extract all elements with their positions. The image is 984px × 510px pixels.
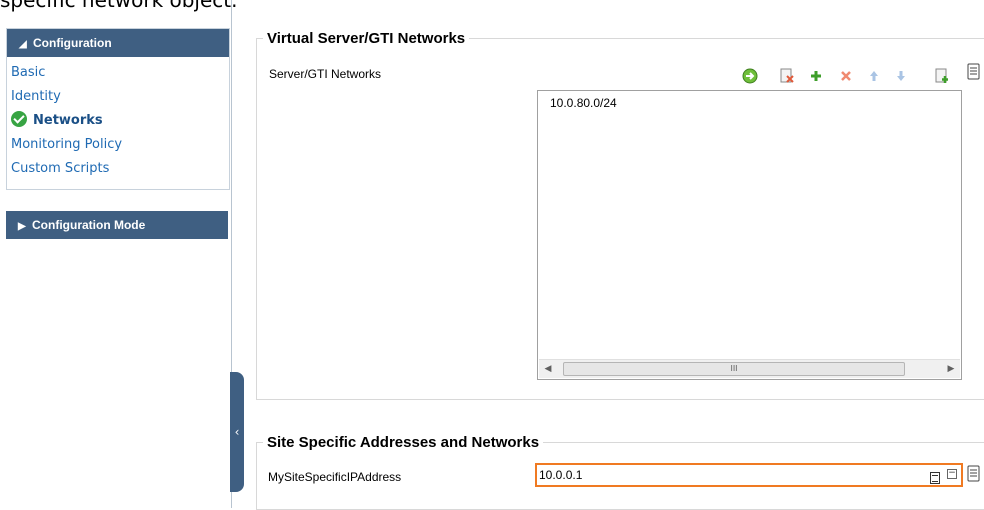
remove-all-icon[interactable] [779, 68, 795, 84]
configuration-header[interactable]: ◢ Configuration [7, 29, 229, 57]
import-icon[interactable] [742, 68, 758, 84]
configuration-panel: ◢ Configuration Basic Identity Networks M… [6, 28, 230, 190]
delete-icon[interactable] [838, 68, 854, 84]
sidebar-item-label: Identity [11, 89, 61, 104]
site-ip-address-field[interactable]: − [535, 463, 963, 487]
move-down-icon[interactable] [893, 68, 909, 84]
sidebar-item-label: Custom Scripts [11, 161, 110, 176]
export-icon[interactable] [934, 68, 950, 84]
scroll-right-button[interactable]: ▶ [942, 360, 960, 378]
scroll-left-button[interactable]: ◀ [539, 360, 557, 378]
scroll-grip: III [730, 364, 738, 373]
move-up-icon[interactable] [866, 68, 882, 84]
sidebar-item-basic[interactable]: Basic [7, 61, 229, 85]
scroll-thumb[interactable]: III [563, 362, 905, 376]
collapse-panel-button[interactable]: ‹ [230, 372, 244, 492]
site-specific-legend: Site Specific Addresses and Networks [267, 434, 540, 451]
sidebar-item-label: Monitoring Policy [11, 137, 123, 152]
sidebar-item-monitoring-policy[interactable]: Monitoring Policy [7, 133, 229, 157]
configuration-header-label: Configuration [33, 36, 112, 50]
configuration-mode-label: Configuration Mode [32, 218, 146, 232]
sidebar-item-label: Networks [33, 113, 103, 128]
document-icon[interactable] [930, 469, 940, 488]
sidebar-item-custom-scripts[interactable]: Custom Scripts [7, 157, 229, 181]
list-item[interactable]: 10.0.80.0/24 [538, 91, 961, 110]
expand-arrow-icon: ▶ [18, 221, 26, 232]
virtual-networks-legend: Virtual Server/GTI Networks [267, 30, 466, 47]
configuration-mode-header[interactable]: ▶ Configuration Mode [6, 211, 228, 239]
site-ip-address-label: MySiteSpecificIPAddress [268, 470, 402, 484]
field-properties-icon[interactable] [966, 465, 982, 482]
chevron-left-icon: ‹ [234, 425, 240, 439]
collapse-field-icon[interactable]: − [947, 469, 957, 479]
networks-list[interactable]: 10.0.80.0/24 ◀ III ▶ [537, 90, 962, 380]
collapse-arrow-icon: ◢ [19, 39, 27, 50]
site-ip-address-input[interactable] [539, 467, 919, 483]
page-caption: specific network object. [0, 0, 238, 12]
horizontal-scrollbar[interactable]: ◀ III ▶ [539, 359, 960, 378]
add-icon[interactable] [808, 68, 824, 84]
sidebar-item-label: Basic [11, 65, 46, 80]
sidebar-item-identity[interactable]: Identity [7, 85, 229, 109]
check-icon [11, 111, 27, 127]
properties-icon[interactable] [966, 63, 982, 80]
sidebar-item-networks[interactable]: Networks [7, 109, 229, 133]
server-gti-networks-label: Server/GTI Networks [269, 67, 382, 81]
